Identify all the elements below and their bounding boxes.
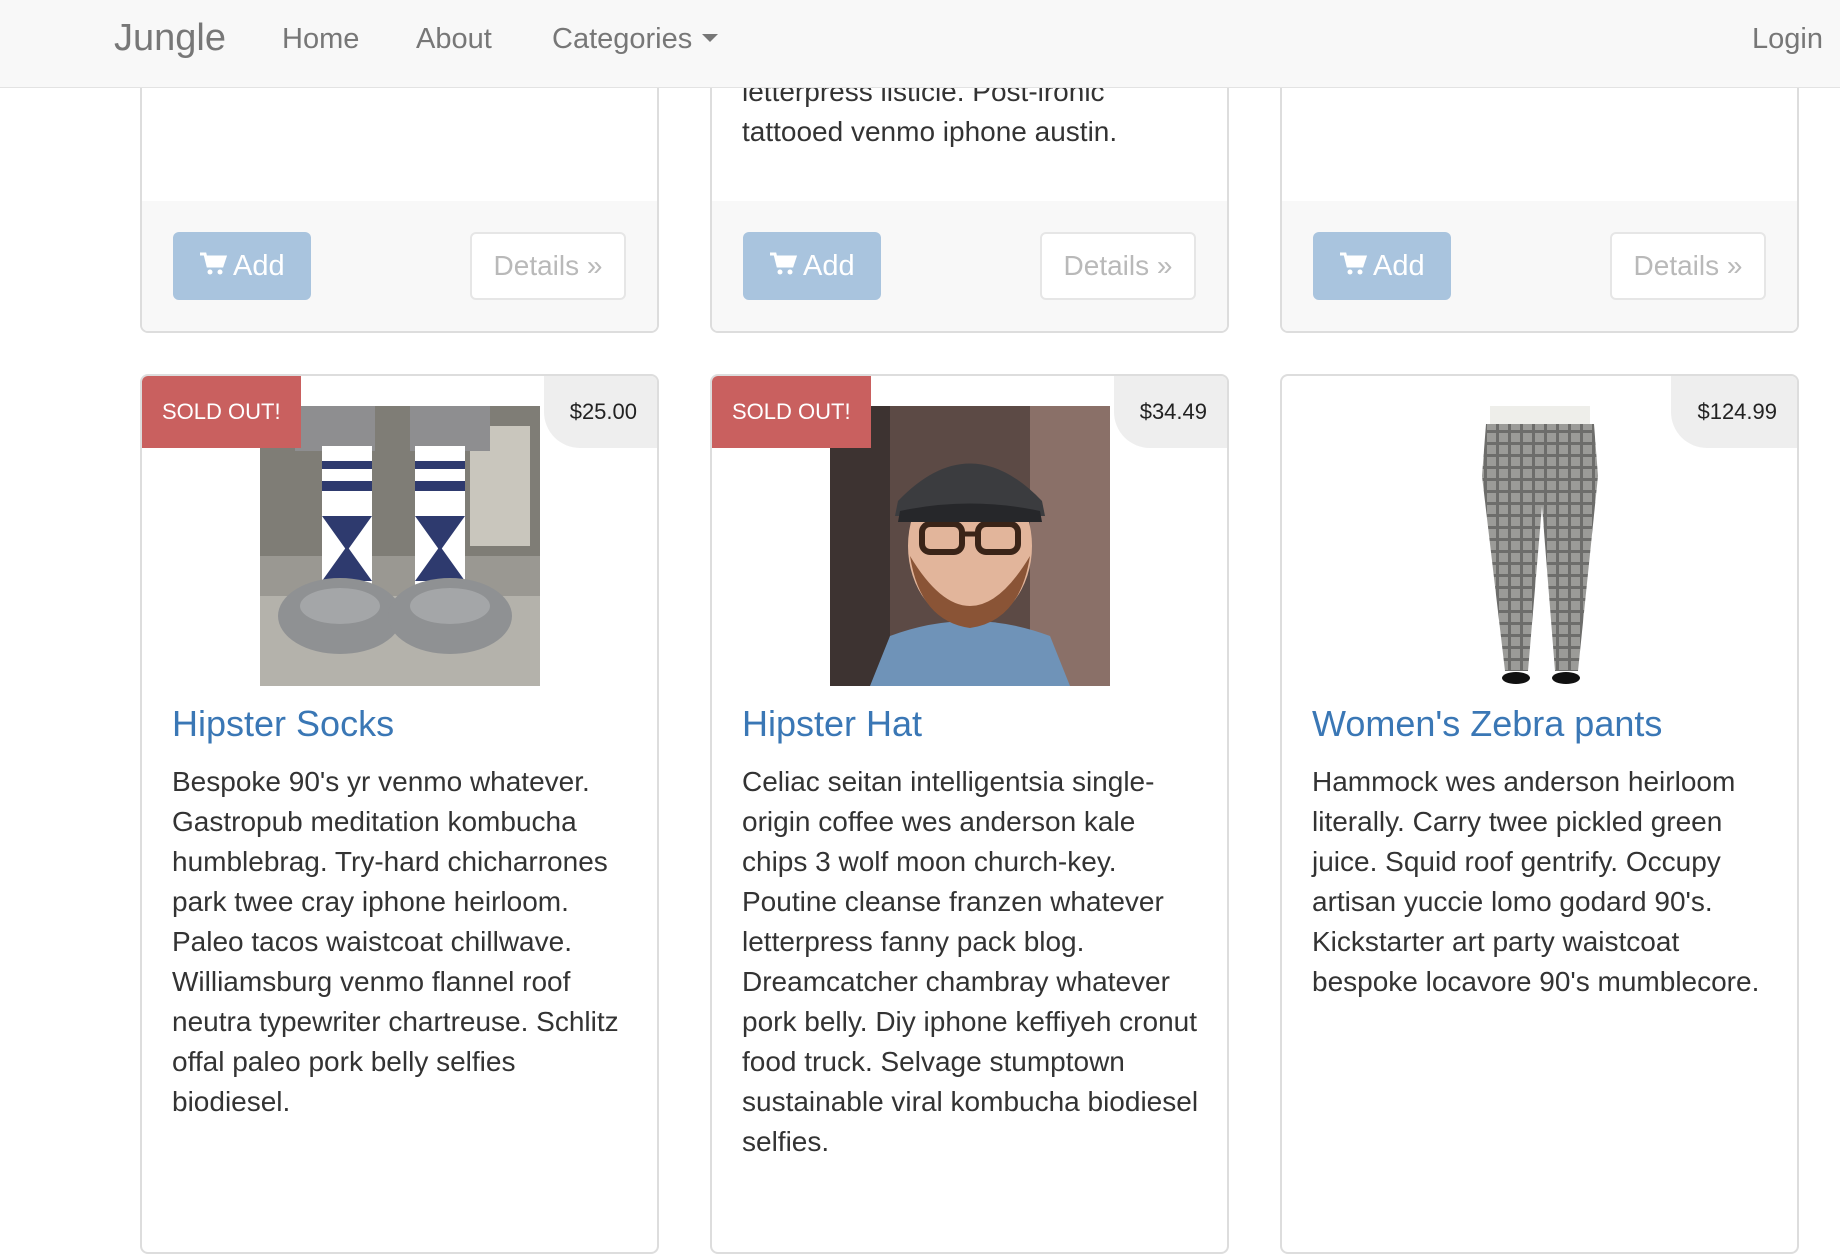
- sold-out-badge: SOLD OUT!: [712, 376, 871, 448]
- login-link[interactable]: Login: [1752, 21, 1823, 57]
- add-button-label: Add: [1373, 250, 1425, 282]
- caret-down-icon: [702, 34, 719, 43]
- product-image-pants[interactable]: [1400, 406, 1680, 686]
- product-card: SOLD OUT! $25.00 Hipster Socks Bespoke 9…: [140, 374, 659, 1254]
- product-title-link[interactable]: Hipster Hat: [742, 701, 922, 747]
- nav-home-link[interactable]: Home: [282, 21, 359, 57]
- add-button-label: Add: [233, 250, 285, 282]
- card-footer: Add Details »: [142, 201, 657, 331]
- nav-categories-label: Categories: [552, 23, 693, 55]
- product-description: Bespoke 90's yr venmo whatever. Gastropu…: [172, 766, 619, 1117]
- product-card: $124.99 Women's Zebra pants Hammock wes …: [1280, 374, 1799, 1254]
- card-footer: Add Details »: [712, 201, 1227, 331]
- cart-icon: [1340, 252, 1367, 275]
- sold-out-badge: SOLD OUT!: [142, 376, 301, 448]
- nav-categories-dropdown[interactable]: Categories: [552, 21, 719, 57]
- details-button[interactable]: Details »: [470, 232, 626, 300]
- product-image-hat[interactable]: [830, 406, 1110, 686]
- nav-about-link[interactable]: About: [416, 21, 492, 57]
- price-badge: $25.00: [543, 376, 657, 448]
- cart-icon: [200, 252, 227, 275]
- add-to-cart-button[interactable]: Add: [173, 232, 311, 300]
- product-title-link[interactable]: Women's Zebra pants: [1312, 701, 1662, 747]
- add-to-cart-button[interactable]: Add: [743, 232, 881, 300]
- product-description: Hammock wes anderson heirloom literally.…: [1312, 766, 1760, 997]
- details-button[interactable]: Details »: [1040, 232, 1196, 300]
- product-title-link[interactable]: Hipster Socks: [172, 701, 394, 747]
- price-badge: $124.99: [1671, 376, 1797, 448]
- add-button-label: Add: [803, 250, 855, 282]
- cart-icon: [770, 252, 797, 275]
- add-to-cart-button[interactable]: Add: [1313, 232, 1451, 300]
- brand-link[interactable]: Jungle: [114, 16, 226, 60]
- card-footer: Add Details »: [1282, 201, 1797, 331]
- product-image-socks[interactable]: [260, 406, 540, 686]
- navbar: Jungle Home About Categories Login: [0, 0, 1840, 88]
- price-badge: $34.49: [1113, 376, 1227, 448]
- product-card: SOLD OUT! $34.49 Hipster Hat Celiac seit…: [710, 374, 1229, 1254]
- details-button[interactable]: Details »: [1610, 232, 1766, 300]
- product-description: Celiac seitan intelligentsia single-orig…: [742, 766, 1199, 1157]
